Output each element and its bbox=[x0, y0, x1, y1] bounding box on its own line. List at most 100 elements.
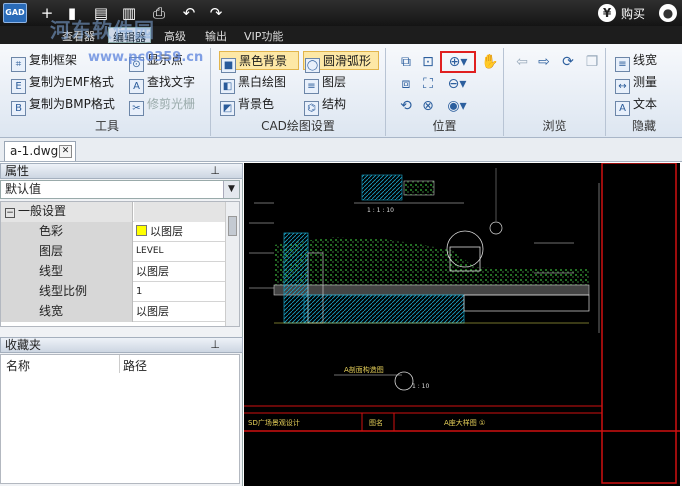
favorites-col-name[interactable]: 名称 bbox=[6, 357, 30, 374]
rotate-view-icon[interactable]: ⟲ bbox=[396, 96, 416, 116]
smooth-arc-button[interactable]: ◯ 圆滑弧形 bbox=[303, 51, 379, 73]
properties-scrollbar[interactable] bbox=[225, 202, 239, 326]
group-label-browse: 浏览 bbox=[542, 119, 567, 133]
property-value[interactable]: 以图层 bbox=[134, 222, 225, 242]
view-options-dropdown-icon[interactable]: ◉▾ bbox=[442, 96, 472, 116]
tab-vip[interactable]: VIP功能 bbox=[240, 27, 287, 43]
buy-icon[interactable]: ¥ bbox=[598, 4, 616, 22]
title-block-right: A座大样图 ① bbox=[444, 418, 485, 427]
black-background-button[interactable]: ■ 黑色背景 bbox=[219, 51, 299, 73]
chevron-down-icon[interactable]: ▼ bbox=[223, 181, 239, 198]
pin-icon[interactable]: ⊥ bbox=[210, 164, 220, 178]
extents-icon[interactable]: ⛶ bbox=[418, 74, 438, 94]
trim-raster-icon: ✂ bbox=[129, 101, 144, 116]
properties-table: − 一般设置 色彩 以图层 图层 LEVEL 线型 以图层 线型比例 1 线宽 以… bbox=[0, 201, 240, 327]
copy-view-icon[interactable]: ❐ bbox=[582, 52, 602, 72]
document-tab[interactable]: a-1.dwg ✕ bbox=[4, 141, 76, 161]
user-icon[interactable]: ● bbox=[659, 4, 677, 22]
property-group-row[interactable]: − 一般设置 bbox=[1, 202, 225, 222]
copy-frame-button[interactable]: ⌗ 复制框架 bbox=[10, 51, 77, 72]
back-arrow-icon[interactable]: ⇦ bbox=[512, 52, 532, 72]
group-label-position: 位置 bbox=[432, 119, 457, 133]
properties-header: 属性 ⊥ bbox=[0, 163, 243, 179]
favorites-table: 名称 路径 bbox=[0, 354, 240, 484]
document-tab-label: a-1.dwg bbox=[10, 144, 59, 158]
column-divider bbox=[119, 355, 120, 373]
redo-icon[interactable]: ↷ bbox=[207, 4, 225, 22]
zoom-in-dropdown-icon[interactable]: ⊕▾ bbox=[440, 51, 476, 73]
find-text-button[interactable]: A 查找文字 bbox=[128, 73, 195, 94]
properties-dropdown-value: 默认值 bbox=[5, 182, 42, 196]
undo-icon[interactable]: ↶ bbox=[180, 4, 198, 22]
emf-icon: E bbox=[11, 79, 26, 94]
measure-button[interactable]: ↔ 测量 bbox=[614, 73, 657, 94]
property-row[interactable]: 线型 以图层 bbox=[1, 262, 225, 282]
crop-icon: ⌗ bbox=[11, 57, 26, 72]
property-group-label: − 一般设置 bbox=[1, 202, 133, 222]
properties-title: 属性 bbox=[5, 164, 30, 178]
line-width-button[interactable]: ≡ 线宽 bbox=[614, 51, 657, 72]
property-row[interactable]: 线型比例 1 bbox=[1, 282, 225, 302]
refresh-icon[interactable]: ⟳ bbox=[558, 52, 578, 72]
close-icon[interactable]: ✕ bbox=[59, 145, 72, 158]
group-browse: ⇦ ⇨ ⟳ ❐ 浏览 bbox=[504, 48, 606, 136]
tab-output[interactable]: 输出 bbox=[201, 27, 231, 43]
trim-raster-button[interactable]: ✂ 修剪光栅 bbox=[128, 95, 195, 116]
watermark-url: www.pc0359.cn bbox=[88, 50, 204, 65]
property-value[interactable]: 1 bbox=[134, 282, 225, 302]
property-value[interactable]: 以图层 bbox=[134, 302, 225, 322]
smooth-arc-icon: ◯ bbox=[305, 58, 320, 73]
property-key: 图层 bbox=[1, 242, 133, 262]
favorites-header: 收藏夹 ⊥ bbox=[0, 337, 243, 353]
title-block-mid: 图名 bbox=[369, 418, 383, 427]
bmp-icon: B bbox=[11, 101, 26, 116]
property-key: 线型比例 bbox=[1, 282, 133, 302]
document-tab-bar: a-1.dwg ✕ bbox=[0, 138, 682, 162]
collapse-icon[interactable]: − bbox=[5, 208, 15, 218]
zoom-out-dropdown-icon[interactable]: ⊖▾ bbox=[442, 74, 472, 94]
fit-drawing-icon[interactable]: ⧈ bbox=[396, 74, 416, 94]
forward-arrow-icon[interactable]: ⇨ bbox=[534, 52, 554, 72]
property-key: 线宽 bbox=[1, 302, 133, 322]
copy-emf-button[interactable]: E 复制为EMF格式 bbox=[10, 73, 114, 94]
measure-icon: ↔ bbox=[615, 79, 630, 94]
pan-hand-icon[interactable]: ✋ bbox=[480, 52, 500, 72]
layers-icon: ≡ bbox=[304, 79, 319, 94]
black-white-button[interactable]: ◧ 黑白绘图 bbox=[219, 73, 286, 94]
favorites-title: 收藏夹 bbox=[5, 338, 42, 352]
drawing-scale-top: 1 : 1 : 10 bbox=[367, 207, 394, 214]
zoom-rect-icon[interactable]: ⊡ bbox=[418, 52, 438, 72]
drawing-canvas[interactable]: A剖面构造图 1 : 10 1 : 1 : 10 SD广场景观设计 图名 A座大… bbox=[244, 163, 680, 486]
zoom-window-icon[interactable]: ⊗ bbox=[418, 96, 438, 116]
black-bg-icon: ■ bbox=[221, 58, 236, 73]
property-row[interactable]: 线宽 以图层 bbox=[1, 302, 225, 322]
pin-icon[interactable]: ⊥ bbox=[210, 338, 220, 352]
property-key: 线型 bbox=[1, 262, 133, 282]
group-hide: ≡ 线宽 ↔ 测量 A 文本 隐藏 bbox=[606, 48, 682, 136]
property-key: 色彩 bbox=[1, 222, 133, 242]
group-label-hide: 隐藏 bbox=[631, 119, 656, 133]
background-color-button[interactable]: ◩ 背景色 bbox=[219, 95, 274, 116]
layers-button[interactable]: ≡ 图层 bbox=[303, 73, 346, 94]
group-cad-settings: ■ 黑色背景 ◯ 圆滑弧形 ◧ 黑白绘图 ≡ 图层 ◩ 背景色 ⌬ 结构 CAD绘图设置 bbox=[211, 48, 386, 136]
group-label-tools: 工具 bbox=[94, 119, 119, 133]
tab-advanced[interactable]: 高级 bbox=[160, 27, 190, 43]
property-row[interactable]: 色彩 以图层 bbox=[1, 222, 225, 242]
scrollbar-thumb[interactable] bbox=[228, 216, 237, 236]
drawing-scale-1: 1 : 10 bbox=[412, 383, 429, 390]
property-value[interactable]: LEVEL bbox=[134, 242, 225, 262]
line-width-icon: ≡ bbox=[615, 57, 630, 72]
structure-button[interactable]: ⌬ 结构 bbox=[303, 95, 346, 116]
buy-label[interactable]: 购买 bbox=[621, 5, 645, 22]
property-value[interactable]: 以图层 bbox=[134, 262, 225, 282]
find-text-icon: A bbox=[129, 79, 144, 94]
properties-dropdown[interactable]: 默认值 ▼ bbox=[0, 180, 240, 199]
app-logo[interactable]: GAD bbox=[3, 3, 27, 23]
watermark-logo: 河东软件园 bbox=[50, 18, 155, 42]
title-block-left: SD广场景观设计 bbox=[248, 418, 300, 427]
property-row[interactable]: 图层 LEVEL bbox=[1, 242, 225, 262]
text-button[interactable]: A 文本 bbox=[614, 95, 657, 116]
copy-bmp-button[interactable]: B 复制为BMP格式 bbox=[10, 95, 115, 116]
favorites-col-path[interactable]: 路径 bbox=[123, 357, 147, 374]
fit-window-icon[interactable]: ⧉ bbox=[396, 52, 416, 72]
